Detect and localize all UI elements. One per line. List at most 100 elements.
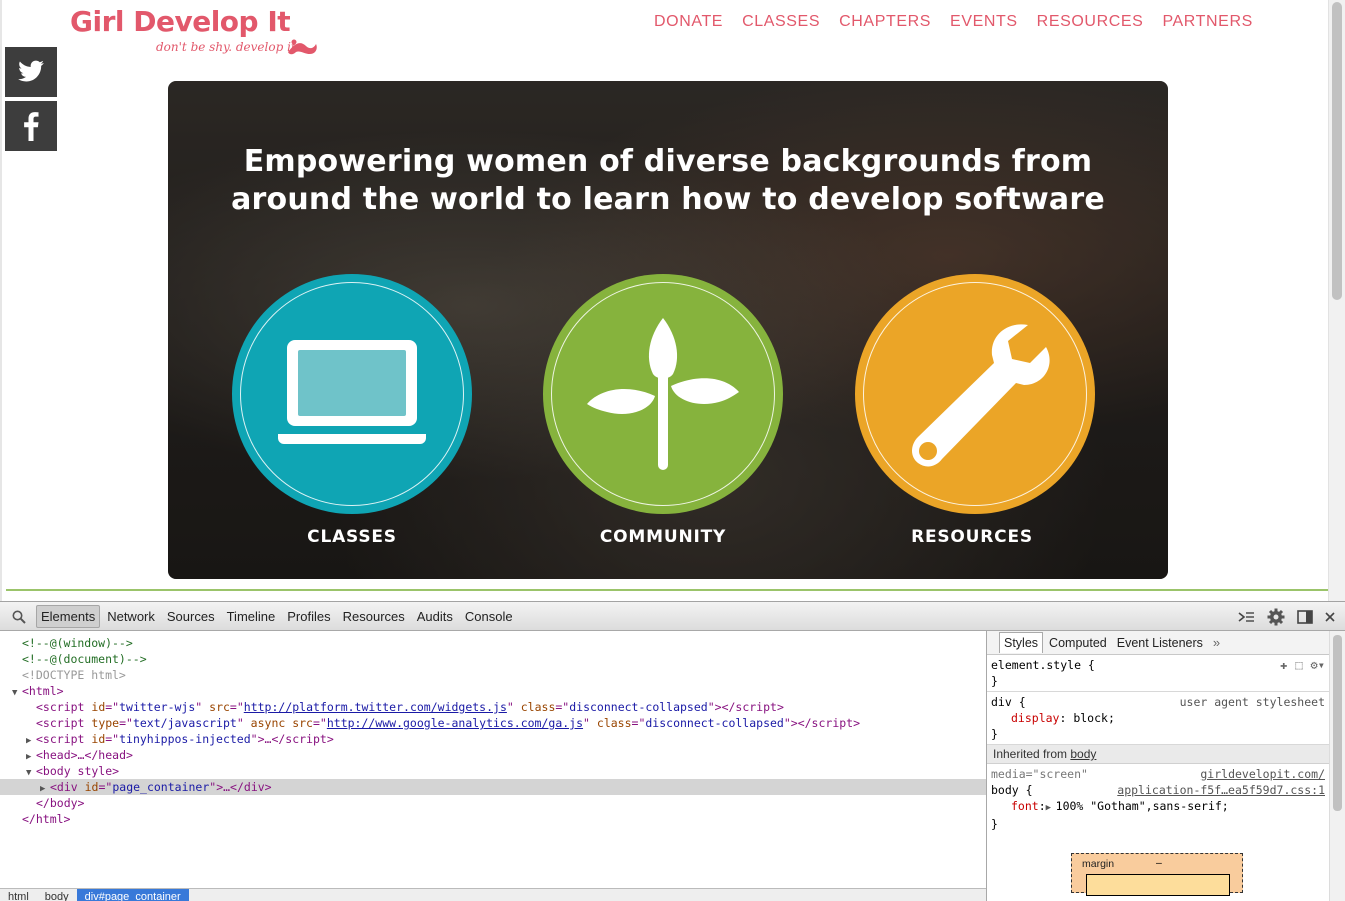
- box-model-margin-label: margin: [1082, 858, 1115, 870]
- styles-scrollbar-thumb[interactable]: [1333, 635, 1342, 811]
- rule-element-style[interactable]: element.style { } ✚ ⬚ ⚙▾: [987, 655, 1329, 692]
- twitter-share-button[interactable]: [5, 47, 57, 97]
- property-value: block;: [1073, 711, 1115, 725]
- tab-elements[interactable]: Elements: [36, 605, 101, 628]
- close-icon[interactable]: [1325, 612, 1335, 622]
- attr-value: tinyhippos-injected: [119, 732, 251, 746]
- devtools-toolbar: Elements Network Sources Timeline Profil…: [0, 602, 1345, 631]
- element-state-icon[interactable]: ⬚: [1295, 657, 1302, 673]
- expand-shorthand-icon[interactable]: ▶: [1046, 800, 1056, 816]
- console-drawer-icon[interactable]: [1237, 610, 1255, 624]
- tab-computed[interactable]: Computed: [1045, 633, 1111, 653]
- nav-events[interactable]: EVENTS: [950, 12, 1018, 32]
- nav-resources[interactable]: RESOURCES: [1037, 12, 1144, 32]
- dom-node-page-container[interactable]: ▶ <div id="page_container">…</div>: [0, 779, 986, 795]
- resources-circle-button[interactable]: [855, 274, 1095, 514]
- tab-sources[interactable]: Sources: [162, 605, 220, 628]
- paint-splash-icon: [288, 39, 317, 55]
- community-circle-button[interactable]: [543, 274, 783, 514]
- webpage-viewport: Girl Develop It don't be shy. develop it…: [0, 0, 1345, 601]
- tag-text: <body style>: [36, 764, 120, 778]
- resources-label[interactable]: RESOURCES: [852, 527, 1092, 547]
- tab-profiles[interactable]: Profiles: [282, 605, 335, 628]
- dom-node-script[interactable]: <script id="twitter-wjs" src="http://pla…: [0, 699, 986, 715]
- inherited-from-link[interactable]: body: [1070, 747, 1096, 761]
- rule-source: user agent stylesheet: [1179, 695, 1325, 709]
- attr-link[interactable]: http://platform.twitter.com/widgets.js: [244, 700, 507, 714]
- stylesheet-link[interactable]: application-f5f…ea5f59d7.css:1: [1117, 782, 1325, 798]
- facebook-share-button[interactable]: [5, 101, 57, 151]
- selector-text: element.style {: [991, 658, 1095, 672]
- dom-node-comment[interactable]: <!--@(document)-->: [0, 651, 986, 667]
- page-scrollbar[interactable]: [1328, 0, 1345, 601]
- dom-node-body-close[interactable]: </body>: [0, 795, 986, 811]
- tab-timeline[interactable]: Timeline: [222, 605, 281, 628]
- classes-label[interactable]: CLASSES: [232, 527, 472, 547]
- selector-text: body {: [991, 783, 1033, 797]
- classes-circle-button[interactable]: [232, 274, 472, 514]
- breadcrumb-body[interactable]: body: [37, 889, 77, 901]
- styles-tabs: Styles Computed Event Listeners »: [987, 631, 1329, 655]
- inspect-search-icon[interactable]: [12, 610, 26, 624]
- tag-text: <html>: [22, 684, 64, 698]
- tab-console[interactable]: Console: [460, 605, 518, 628]
- tag-text: </html>: [22, 812, 71, 826]
- dom-node-html-close[interactable]: </html>: [0, 811, 986, 827]
- comment-text: <!--@(document)-->: [22, 652, 147, 666]
- add-rule-icon[interactable]: ✚: [1280, 657, 1287, 673]
- attr-value: twitter-wjs: [119, 700, 196, 714]
- dom-node-head[interactable]: ▶ <head>…</head>: [0, 747, 986, 763]
- style-property[interactable]: font:▶ 100% "Gotham",sans-serif;: [991, 798, 1325, 816]
- dom-node-comment[interactable]: <!--@(window)-->: [0, 635, 986, 651]
- styles-scrollbar[interactable]: [1329, 631, 1345, 901]
- nav-partners[interactable]: PARTNERS: [1162, 12, 1252, 32]
- community-label[interactable]: COMMUNITY: [543, 527, 783, 547]
- nav-classes[interactable]: CLASSES: [742, 12, 820, 32]
- style-settings-gear-icon[interactable]: ⚙▾: [1311, 657, 1325, 673]
- box-model-diagram: margin –: [1071, 853, 1243, 896]
- dom-node-body[interactable]: ▼ <body style>: [0, 763, 986, 779]
- property-name: display: [1011, 711, 1060, 725]
- logo-tagline: don't be shy. develop it.: [156, 40, 300, 54]
- dock-side-icon[interactable]: [1297, 610, 1313, 624]
- dom-node-doctype[interactable]: <!DOCTYPE html>: [0, 667, 986, 683]
- style-property[interactable]: display: block;: [991, 710, 1325, 726]
- page-scrollbar-thumb[interactable]: [1332, 2, 1342, 300]
- attr-link[interactable]: http://www.google-analytics.com/ga.js: [327, 716, 583, 730]
- selector-text: div {: [991, 695, 1026, 709]
- attr-value: page_container: [112, 780, 210, 794]
- tag-text: </body>: [36, 796, 85, 810]
- box-model-margin-value[interactable]: –: [1156, 857, 1162, 869]
- settings-gear-icon[interactable]: [1267, 608, 1285, 626]
- dom-node-script[interactable]: <script type="text/javascript" async src…: [0, 715, 986, 731]
- tab-resources[interactable]: Resources: [338, 605, 410, 628]
- nav-chapters[interactable]: CHAPTERS: [839, 12, 931, 32]
- more-tabs-chevron-icon[interactable]: »: [1213, 635, 1220, 650]
- inherited-from-header: Inherited from body: [987, 745, 1329, 764]
- hero-banner: Empowering women of diverse backgrounds …: [168, 81, 1168, 579]
- property-value: 100% "Gotham",sans-serif;: [1055, 799, 1229, 813]
- styles-sidebar: Styles Computed Event Listeners » elemen…: [986, 631, 1329, 901]
- style-rule-actions: ✚ ⬚ ⚙▾: [1280, 657, 1325, 673]
- site-logo[interactable]: Girl Develop It don't be shy. develop it…: [70, 6, 320, 62]
- dom-tree: <!--@(window)--> <!--@(document)--> <!DO…: [0, 631, 986, 888]
- tab-network[interactable]: Network: [102, 605, 160, 628]
- dom-node-script-collapsed[interactable]: ▶ <script id="tinyhippos-injected">…</scr…: [0, 731, 986, 747]
- hero-title: Empowering women of diverse backgrounds …: [168, 143, 1168, 219]
- nav-donate[interactable]: DONATE: [654, 12, 723, 32]
- media-source-link[interactable]: girldevelopit.com/: [1200, 766, 1325, 782]
- tab-event-listeners[interactable]: Event Listeners: [1113, 633, 1207, 653]
- attr-value: disconnect-collapsed: [569, 700, 708, 714]
- tag-text: <head>…</head>: [36, 748, 133, 762]
- devtools-panel: Elements Network Sources Timeline Profil…: [0, 601, 1345, 901]
- rule-body-font[interactable]: media="screen" girldevelopit.com/ body {a…: [987, 764, 1329, 834]
- tab-audits[interactable]: Audits: [412, 605, 458, 628]
- dom-node-html[interactable]: ▼ <html>: [0, 683, 986, 699]
- rule-user-agent-div[interactable]: div { user agent stylesheet display: bloc…: [987, 692, 1329, 745]
- main-nav: DONATE CLASSES CHAPTERS EVENTS RESOURCES…: [654, 12, 1272, 32]
- tab-styles[interactable]: Styles: [999, 632, 1044, 653]
- breadcrumb-html[interactable]: html: [0, 889, 37, 901]
- circle-ring: [551, 282, 775, 506]
- facebook-icon: [24, 112, 39, 141]
- breadcrumb-page-container[interactable]: div#page_container: [76, 889, 189, 901]
